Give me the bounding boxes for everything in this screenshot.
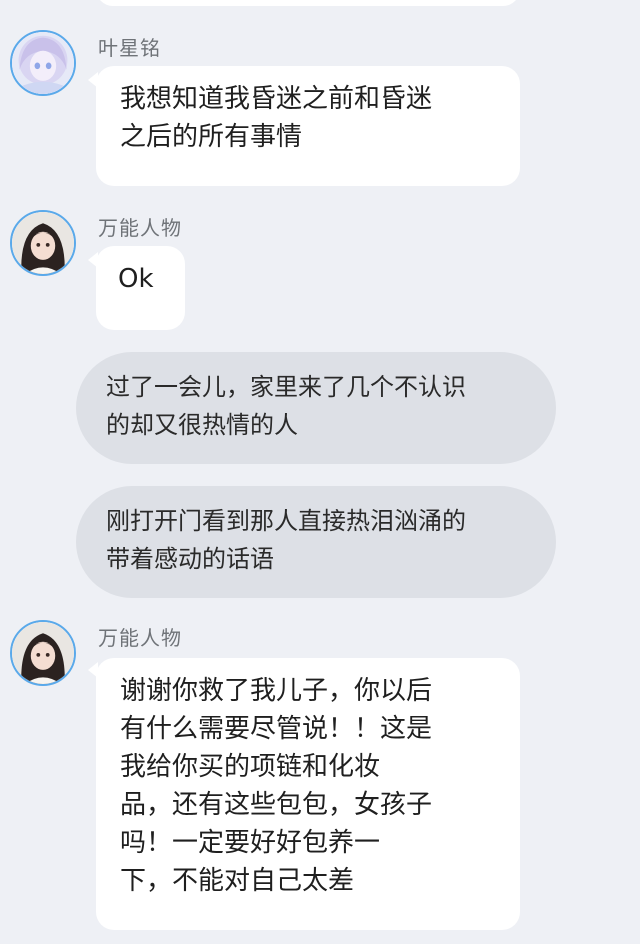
girl-photo-avatar-icon[interactable] [10,210,76,276]
message-bubble[interactable]: 我想知道我昏迷之前和昏迷 之后的所有事情 [96,66,520,186]
narration-bubble[interactable]: 过了一会儿，家里来了几个不认识 的却又很热情的人 [76,352,556,464]
previous-message-bubble[interactable] [96,0,520,6]
message-bubble[interactable]: 谢谢你救了我儿子，你以后 有什么需要尽管说！！这是 我给你买的项链和化妆 品，还… [96,658,520,930]
girl-photo-avatar-icon[interactable] [10,620,76,686]
chat-view[interactable]: 叶星铭 我想知道我昏迷之前和昏迷 之后的所有事情 万能人物 Ok 过了一会儿，家… [0,0,640,944]
sender-name: 万能人物 [98,626,182,650]
sender-name: 万能人物 [98,216,182,240]
anime-girl-avatar-icon[interactable] [10,30,76,96]
sender-name: 叶星铭 [98,36,161,60]
narration-bubble[interactable]: 刚打开门看到那人直接热泪汹涌的 带着感动的话语 [76,486,556,598]
message-bubble[interactable]: Ok [96,246,185,330]
